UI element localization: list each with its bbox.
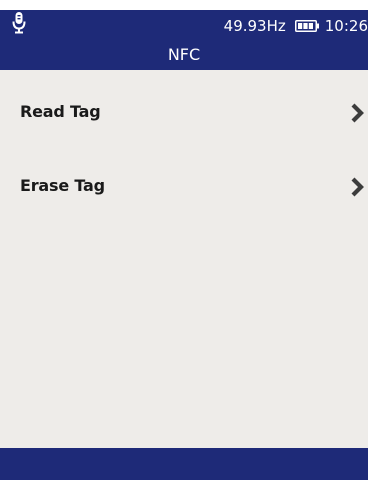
battery-icon bbox=[294, 20, 319, 32]
menu-item-label: Erase Tag bbox=[20, 176, 105, 195]
status-bar-right: 49.93Hz 10:26 bbox=[224, 16, 368, 36]
app-header: 49.93Hz 10:26 NFC bbox=[0, 10, 368, 70]
page-title: NFC bbox=[167, 45, 201, 64]
chevron-right-icon bbox=[351, 103, 364, 123]
clock-time: 10:26 bbox=[324, 17, 368, 35]
microphone-icon bbox=[12, 12, 26, 34]
menu-list: Read Tag Erase Tag bbox=[0, 70, 368, 448]
frequency-readout: 49.93Hz bbox=[223, 17, 286, 35]
nfc-screen: 49.93Hz 10:26 NFC Read Tag Erase Tag bbox=[0, 0, 368, 488]
chevron-right-icon bbox=[351, 177, 364, 197]
menu-item-read-tag[interactable]: Read Tag bbox=[0, 88, 368, 138]
menu-item-label: Read Tag bbox=[20, 102, 101, 121]
bottom-bar bbox=[0, 448, 368, 480]
menu-item-erase-tag[interactable]: Erase Tag bbox=[0, 162, 368, 212]
